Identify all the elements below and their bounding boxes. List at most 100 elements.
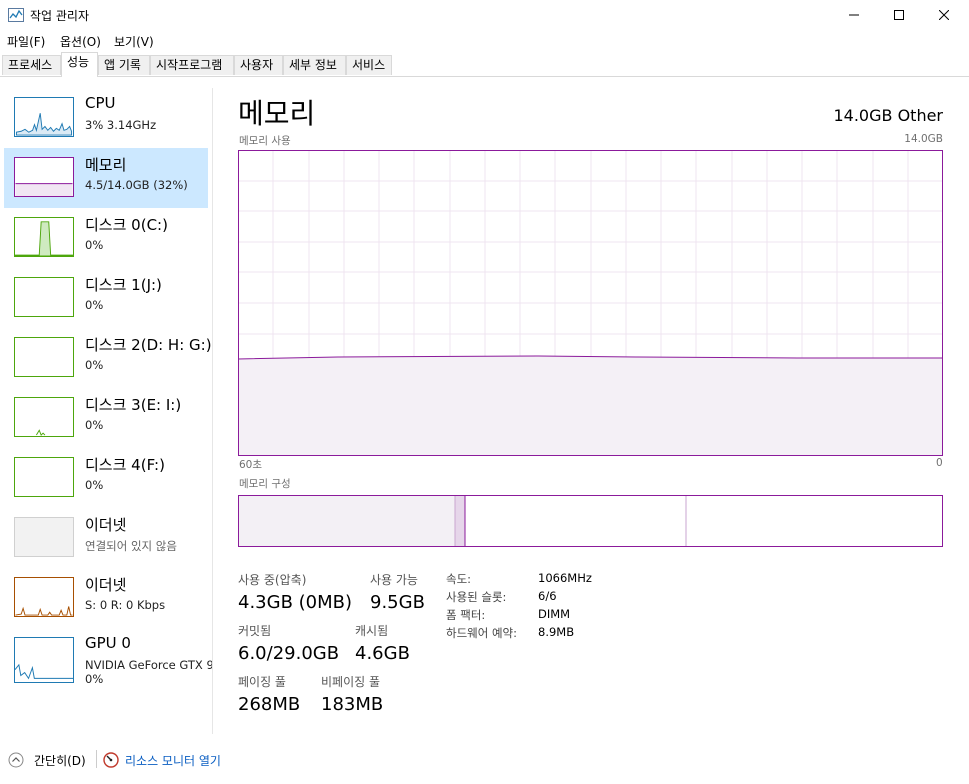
sidebar-item-subtitle: 연결되어 있지 않음: [85, 539, 177, 553]
sidebar-item-subtitle: NVIDIA GeForce GTX 96: [85, 658, 212, 672]
sidebar-item-disk-0[interactable]: 디스크 0(C:) 0%: [4, 208, 208, 268]
menu-bar: 파일(F) 옵션(O) 보기(V): [0, 30, 969, 52]
footer-divider: [96, 750, 97, 768]
disk-1-thumbnail: [14, 277, 74, 317]
minimize-icon: [849, 14, 859, 16]
available-label: 사용 가능: [370, 573, 418, 587]
sidebar-item-subtitle: 3% 3.14GHz: [85, 118, 157, 132]
sidebar-item-subtitle: 0%: [85, 358, 104, 372]
time-axis-right: 0: [936, 457, 943, 469]
open-resource-monitor-link[interactable]: 리소스 모니터 열기: [125, 752, 221, 769]
tab-performance[interactable]: 성능: [61, 52, 98, 77]
memory-total: 14.0GB Other: [833, 106, 943, 125]
composition-modified: [455, 495, 465, 547]
sidebar-item-title: CPU: [85, 94, 116, 112]
tab-app-history[interactable]: 앱 기록: [98, 55, 150, 75]
sidebar-item-disk-4[interactable]: 디스크 4(F:) 0%: [4, 448, 208, 508]
form-factor-label: 폼 팩터:: [446, 608, 486, 622]
speed-value: 1066MHz: [538, 571, 592, 585]
minimize-button[interactable]: [831, 0, 877, 30]
paged-pool-label: 페이징 풀: [238, 675, 286, 689]
usage-graph-max: 14.0GB: [904, 133, 943, 145]
cpu-thumbnail: [14, 97, 74, 137]
ethernet-thumbnail: [14, 517, 74, 557]
sidebar-item-title: 디스크 3(E: I:): [85, 396, 182, 414]
tab-bar: 프로세스 성능 앱 기록 시작프로그램 사용자 세부 정보 서비스: [0, 52, 969, 77]
title-bar: 작업 관리자: [0, 0, 969, 30]
in-use-label: 사용 중(압축): [238, 573, 307, 587]
disk-3-thumbnail: [14, 397, 74, 437]
chevron-up-icon[interactable]: [8, 752, 24, 768]
speed-label: 속도:: [446, 572, 472, 586]
sidebar-item-disk-1[interactable]: 디스크 1(J:) 0%: [4, 268, 208, 328]
sidebar-item-title: 이더넷: [85, 516, 127, 534]
memory-thumbnail: [14, 157, 74, 197]
hardware-reserved-value: 8.9MB: [538, 625, 575, 639]
sidebar-item-title: GPU 0: [85, 634, 131, 652]
memory-usage-graph: [238, 150, 943, 456]
task-manager-icon: [8, 8, 24, 22]
menu-view[interactable]: 보기(V): [114, 33, 154, 50]
sidebar-item-subtitle: 0%: [85, 478, 104, 492]
committed-value: 6.0/29.0GB: [238, 643, 340, 664]
tab-users[interactable]: 사용자: [234, 55, 283, 75]
sidebar-item-disk-3[interactable]: 디스크 3(E: I:) 0%: [4, 388, 208, 448]
resource-monitor-icon: [103, 752, 119, 768]
sidebar-item-title: 디스크 2(D: H: G:): [85, 336, 212, 354]
close-icon: [939, 10, 949, 20]
cached-label: 캐시됨: [355, 624, 389, 638]
sidebar-item-title: 메모리: [85, 156, 127, 174]
form-factor-value: DIMM: [538, 607, 571, 621]
sidebar-item-subtitle: 4.5/14.0GB (32%): [85, 178, 188, 192]
close-button[interactable]: [921, 0, 967, 30]
sidebar-item-subtitle: 0%: [85, 298, 104, 312]
nonpaged-pool-label: 비페이징 풀: [321, 675, 381, 689]
memory-usage-fill: [238, 356, 943, 456]
menu-file[interactable]: 파일(F): [7, 33, 45, 50]
sidebar-item-title: 디스크 4(F:): [85, 456, 165, 474]
composition-in-use: [238, 495, 455, 547]
usage-graph-label: 메모리 사용: [239, 135, 291, 147]
sidebar-item-ethernet-disconnected[interactable]: 이더넷 연결되어 있지 않음: [4, 508, 208, 568]
disk-4-thumbnail: [14, 457, 74, 497]
nonpaged-pool-value: 183MB: [321, 694, 384, 715]
tab-startup[interactable]: 시작프로그램: [150, 55, 234, 75]
fewer-details-button[interactable]: 간단히(D): [34, 752, 86, 769]
sidebar-item-subtitle: 0%: [85, 418, 104, 432]
available-value: 9.5GB: [370, 592, 425, 613]
menu-options[interactable]: 옵션(O): [60, 33, 101, 50]
sidebar-item-gpu-0[interactable]: GPU 0 NVIDIA GeForce GTX 96 0%: [4, 628, 212, 694]
sidebar-item-cpu[interactable]: CPU 3% 3.14GHz: [4, 88, 208, 148]
cached-value: 4.6GB: [355, 643, 410, 664]
tab-details[interactable]: 세부 정보: [283, 55, 346, 75]
sidebar-item-title: 디스크 1(J:): [85, 276, 162, 294]
sidebar-item-title: 디스크 0(C:): [85, 216, 168, 234]
tab-processes[interactable]: 프로세스: [2, 55, 61, 75]
disk-2-thumbnail: [14, 337, 74, 377]
resource-sidebar: CPU 3% 3.14GHz 메모리 4.5/14.0GB (32%) 디스크 …: [0, 88, 213, 734]
sidebar-item-memory[interactable]: 메모리 4.5/14.0GB (32%): [4, 148, 208, 208]
slots-value: 6/6: [538, 589, 557, 603]
sidebar-item-subtitle: S: 0 R: 0 Kbps: [85, 598, 166, 612]
tab-services[interactable]: 서비스: [346, 55, 392, 75]
sidebar-item-subtitle-2: 0%: [85, 672, 104, 686]
maximize-icon: [894, 10, 904, 20]
gpu-thumbnail: [14, 637, 74, 683]
memory-composition-bar: [238, 495, 943, 547]
disk-0-thumbnail: [14, 217, 74, 257]
sidebar-item-title: 이더넷: [85, 576, 127, 594]
paged-pool-value: 268MB: [238, 694, 301, 715]
committed-label: 커밋됨: [238, 624, 272, 638]
ethernet-active-thumbnail: [14, 577, 74, 617]
composition-label: 메모리 구성: [239, 478, 291, 490]
hardware-reserved-label: 하드웨어 예약:: [446, 626, 518, 640]
time-axis-left: 60초: [239, 459, 263, 471]
in-use-value: 4.3GB (0MB): [238, 592, 353, 613]
window-title: 작업 관리자: [30, 9, 90, 23]
sidebar-item-ethernet[interactable]: 이더넷 S: 0 R: 0 Kbps: [4, 568, 208, 628]
sidebar-item-disk-2[interactable]: 디스크 2(D: H: G:) 0%: [4, 328, 212, 388]
page-title: 메모리: [238, 97, 316, 130]
slots-label: 사용된 슬롯:: [446, 590, 507, 604]
footer: 간단히(D) 리소스 모니터 열기: [0, 745, 969, 775]
maximize-button[interactable]: [876, 0, 922, 30]
